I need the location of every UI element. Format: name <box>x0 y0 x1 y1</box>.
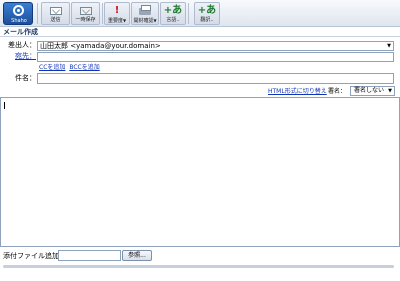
read-receipt-button[interactable]: 開封確認▼ <box>131 2 159 25</box>
text-cursor <box>4 102 5 109</box>
signature-select[interactable]: 署名しない ▼ <box>350 86 395 96</box>
browse-button[interactable]: 参照... <box>122 250 152 261</box>
language-icon: +あ <box>163 5 183 16</box>
html-toggle-link[interactable]: HTML形式に切り替え <box>268 87 327 96</box>
chevron-down-icon: ▼ <box>122 18 127 23</box>
send-button-label: 送信 <box>50 17 61 23</box>
send-icon <box>42 4 69 17</box>
page-title: メール作成 <box>0 28 400 37</box>
chevron-down-icon: ▼ <box>388 88 392 94</box>
from-select[interactable]: 山田太郎 <yamada@your.domain> ▼ <box>37 41 394 51</box>
save-draft-label: 一時保存 <box>75 17 96 23</box>
save-draft-button[interactable]: 一時保存 <box>71 2 100 25</box>
attachment-file-field[interactable] <box>58 250 121 261</box>
language-label: 言語.. <box>166 17 180 23</box>
translate-button[interactable]: +あ 翻訳.. <box>194 2 220 25</box>
priority-icon: ! <box>114 5 120 16</box>
logo-text: Shaho <box>11 18 27 24</box>
translate-icon: +あ <box>197 5 217 16</box>
to-label-link[interactable]: 宛先： <box>0 52 36 61</box>
signature-value: 署名しない <box>354 87 385 94</box>
toolbar-divider <box>188 3 189 24</box>
subject-label: 件名： <box>15 74 36 82</box>
app-logo[interactable]: Shaho <box>3 2 33 25</box>
from-label: 差出人： <box>8 41 36 49</box>
save-draft-icon <box>72 4 99 17</box>
message-body-textarea[interactable] <box>0 97 400 247</box>
chevron-down-icon: ▼ <box>153 18 157 23</box>
chevron-down-icon: ▼ <box>387 43 391 49</box>
to-field[interactable] <box>37 52 394 62</box>
cc-bcc-links: CCを追加 BCCを追加 <box>39 64 100 72</box>
add-bcc-link[interactable]: BCCを追加 <box>69 64 99 71</box>
language-button[interactable]: +あ 言語.. <box>160 2 186 25</box>
read-receipt-label-wrap: 開封確認▼ <box>132 17 158 25</box>
toolbar-divider <box>102 3 103 24</box>
send-button[interactable]: 送信 <box>41 2 70 25</box>
subject-field[interactable] <box>37 73 394 84</box>
read-receipt-icon <box>132 4 158 17</box>
attachment-label: 添付ファイル追加： <box>3 252 66 260</box>
add-cc-link[interactable]: CCを追加 <box>39 64 65 71</box>
status-bar <box>3 265 394 268</box>
toolbar-divider <box>37 3 38 24</box>
toolbar: Shaho 送信 一時保存 ! 重要度▼ 開封確認▼ +あ 言語.. +あ 翻訳… <box>0 0 400 27</box>
logo-icon <box>13 5 24 16</box>
priority-label-wrap: 重要度▼ <box>105 17 129 25</box>
signature-label: 署名： <box>328 88 347 95</box>
priority-label: 重要度 <box>107 18 123 24</box>
translate-label: 翻訳.. <box>200 17 214 23</box>
priority-button[interactable]: ! 重要度▼ <box>104 2 130 25</box>
from-value: 山田太郎 <yamada@your.domain> <box>40 42 161 50</box>
read-receipt-label: 開封確認 <box>133 18 154 24</box>
